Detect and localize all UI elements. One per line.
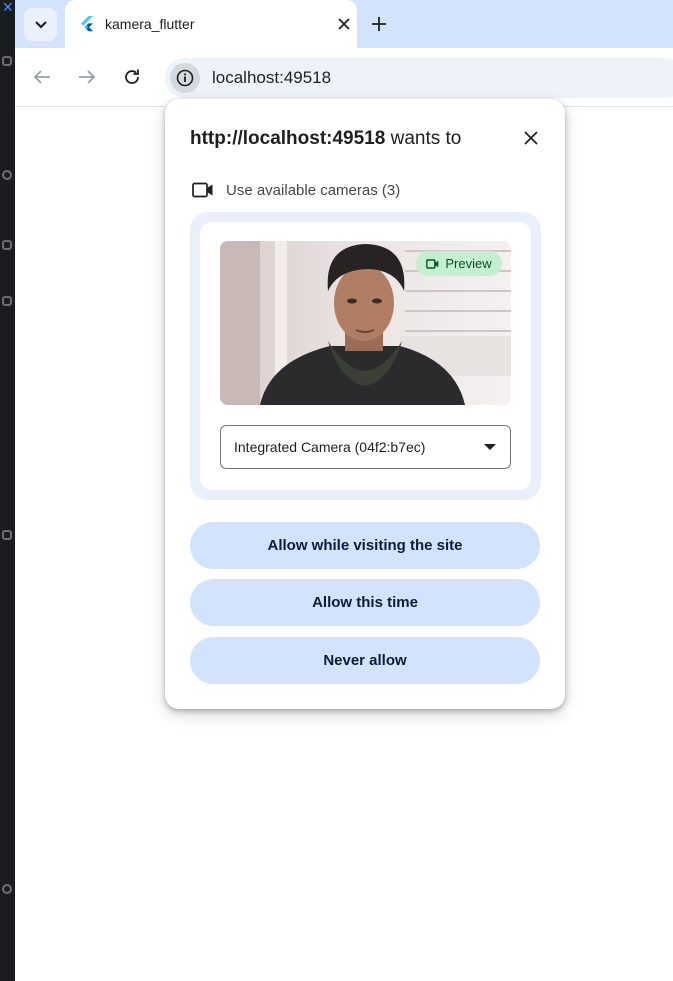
address-bar[interactable]: localhost:49518 xyxy=(165,58,673,98)
ide-file-icon xyxy=(2,296,12,306)
popup-close-button[interactable] xyxy=(520,127,542,149)
tab-strip: kamera_flutter xyxy=(15,0,673,48)
ide-extensions-icon xyxy=(2,530,12,540)
dropdown-arrow-icon xyxy=(484,444,496,450)
popup-title: http://localhost:49518 wants to xyxy=(190,128,461,150)
reload-icon xyxy=(125,69,139,84)
popup-origin: http://localhost:49518 xyxy=(190,128,386,149)
close-icon xyxy=(524,131,538,145)
camera-preview-image: Preview xyxy=(220,241,511,405)
forward-button[interactable] xyxy=(75,65,99,89)
video-camera-icon xyxy=(426,258,439,269)
permission-label: Use available cameras (3) xyxy=(226,181,401,199)
ide-settings-icon xyxy=(2,240,12,250)
forward-arrow-icon xyxy=(79,70,96,84)
url-text: localhost:49518 xyxy=(212,68,332,87)
chevron-down-icon xyxy=(34,20,47,29)
camera-preview-frame: Preview Integrated Camera (04f2:b7ec) xyxy=(190,212,541,500)
back-button[interactable] xyxy=(30,65,54,89)
ide-search-icon xyxy=(2,170,12,180)
flutter-icon xyxy=(81,16,93,32)
allow-while-visiting-button[interactable]: Allow while visiting the site xyxy=(190,522,540,569)
back-arrow-icon xyxy=(33,70,50,84)
tab-title: kamera_flutter xyxy=(105,16,195,32)
ide-explorer-icon xyxy=(2,56,12,66)
reload-button[interactable] xyxy=(120,65,144,89)
tab-search-button[interactable] xyxy=(24,8,57,41)
preview-badge-label: Preview xyxy=(445,256,492,271)
camera-permission-popup: http://localhost:49518 wants to Use avai… xyxy=(165,99,565,709)
camera-preview-card: Preview Integrated Camera (04f2:b7ec) xyxy=(200,222,531,490)
never-allow-button[interactable]: Never allow xyxy=(190,637,540,684)
ide-account-icon xyxy=(2,884,12,894)
screen: ✕ kamera_flutter localhost:49518 http://… xyxy=(0,0,673,981)
info-icon xyxy=(176,69,194,87)
popup-title-suffix: wants to xyxy=(385,128,462,149)
tab-close-button[interactable] xyxy=(333,13,355,35)
ide-close-icon: ✕ xyxy=(2,0,14,15)
plus-icon xyxy=(372,17,386,31)
close-icon xyxy=(338,18,350,30)
camera-select-value: Integrated Camera (04f2:b7ec) xyxy=(234,439,426,455)
permission-row: Use available cameras (3) xyxy=(192,179,400,201)
site-info-button[interactable] xyxy=(170,63,200,93)
allow-this-time-button[interactable]: Allow this time xyxy=(190,579,540,626)
preview-badge: Preview xyxy=(416,251,502,276)
ide-sidebar-strip: ✕ xyxy=(0,0,15,981)
video-camera-icon xyxy=(192,182,213,198)
tab-active[interactable]: kamera_flutter xyxy=(65,0,357,48)
new-tab-button[interactable] xyxy=(367,12,391,36)
camera-select-dropdown[interactable]: Integrated Camera (04f2:b7ec) xyxy=(220,425,511,469)
